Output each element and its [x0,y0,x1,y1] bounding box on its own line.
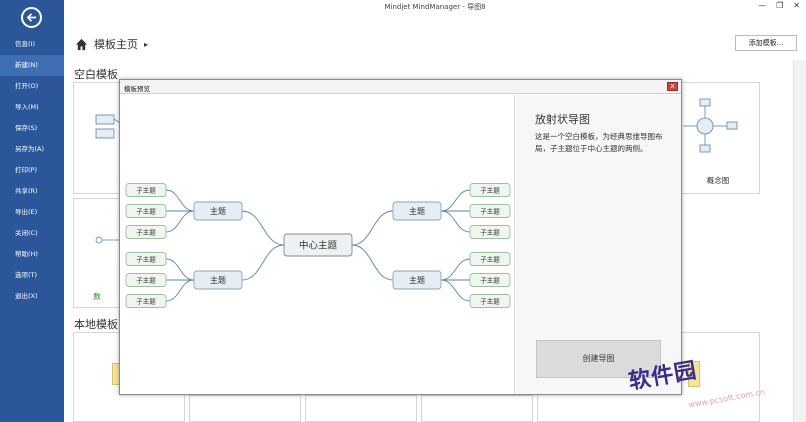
close-icon[interactable]: ✕ [793,1,800,10]
watermark-url: www.pcsoft.com.cn [687,387,766,410]
svg-text:子主题: 子主题 [480,275,500,284]
central-topic-node: 中心主题 [283,233,353,257]
subtopic-node: 子主题 [469,273,511,287]
svg-text:主题: 主题 [409,275,425,285]
section-title-blank: 空白模板 [74,68,118,81]
connector-line [440,279,471,302]
restore-icon[interactable]: ❐ [776,1,783,10]
subtopic-node: 子主题 [469,294,511,308]
sidebar-item-help[interactable]: 帮助(H) [0,244,64,265]
svg-text:子主题: 子主题 [136,206,156,215]
sidebar-item-share[interactable]: 共享(R) [0,181,64,202]
sidebar-item-exit[interactable]: 退出(X) [0,286,64,307]
connector-line [165,279,195,302]
connector-line [351,244,394,281]
mind-map-diagram: 子主题子主题子主题主题子主题子主题子主题主题子主题子主题子主题主题子主题子主题子… [125,183,511,308]
local-template-tile-2[interactable] [189,395,301,422]
back-button[interactable] [21,7,42,28]
connector-line [351,210,394,246]
connector-line [165,258,195,281]
connector-line [440,189,471,212]
add-template-button[interactable]: 添加模板... [735,35,797,51]
svg-text:子主题: 子主题 [480,254,500,263]
map-preview: 子主题 子主题 子主题 主题 子主题 子主题 子主题 主题 子主题 子主题 子主题 主题 子主题 子主题子… [120,95,515,394]
subtopic-node: 子主题 [125,225,167,239]
sidebar-item-options[interactable]: 选项(T) [0,265,64,286]
subtopic-node: 子主题 [125,294,167,308]
sidebar-item-import[interactable]: 导入(M) [0,97,64,118]
title-bar: Mindjet MindManager - 导图8 — ❐ ✕ [64,0,806,14]
sidebar-item-export[interactable]: 导出(E) [0,202,64,223]
window-controls: — ❐ ✕ [758,1,800,10]
svg-text:主题: 主题 [210,275,226,285]
topic-node: 主题 [392,270,442,290]
connector-line [165,189,195,212]
connector-line [241,244,285,281]
template-description: 这是一个空白模板，为经典思维导图布局，子主题位于中心主题的两侧。 [535,132,663,153]
mindmanager-window: 信息(I) 新建(N) 打开(O) 导入(M) 保存(S) 另存为(A) 打印(… [0,0,806,422]
svg-text:子主题: 子主题 [480,185,500,194]
backstage-sidebar: 信息(I) 新建(N) 打开(O) 导入(M) 保存(S) 另存为(A) 打印(… [0,0,64,422]
connector-line [440,258,471,281]
svg-text:子主题: 子主题 [136,296,156,305]
subtopic-node: 子主题 [125,252,167,266]
tile-caption-green: 数 [93,292,101,301]
topic-node: 主题 [193,270,243,290]
local-template-tile-4[interactable] [421,395,533,422]
local-template-tile-3[interactable] [305,395,417,422]
sidebar-item-save[interactable]: 保存(S) [0,118,64,139]
watermark: 软件园 www.pcsoft.com.cn [627,357,778,410]
template-preview-dialog: 模板预览 x 子主题 子主题 子主题 主题 子主题 子主题 子主题 主题 子主题 子主题 子主题 主题… [119,79,682,395]
connector-line [440,210,471,233]
svg-text:子主题: 子主题 [136,185,156,194]
sidebar-item-info[interactable]: 信息(I) [0,34,64,55]
template-info-panel: 放射状导图 这是一个空白模板，为经典思维导图布局，子主题位于中心主题的两侧。 创… [516,95,681,394]
breadcrumb-label: 模板主页 [94,38,138,51]
section-title-local: 本地模板 [74,318,118,331]
sidebar-item-open[interactable]: 打开(O) [0,76,64,97]
subtopic-node: 子主题 [469,225,511,239]
dialog-title: 模板预览 [124,85,150,93]
svg-text:子主题: 子主题 [480,227,500,236]
tile-caption: 概念图 [706,176,730,185]
tree-thumbnail-icon [95,236,120,244]
template-tile-left[interactable]: 数 [73,198,121,308]
dialog-title-bar[interactable]: 模板预览 x [120,80,681,94]
window-title: Mindjet MindManager - 导图8 [384,3,486,11]
subtopic-node: 子主题 [469,183,511,197]
connector-line [165,210,195,233]
home-icon[interactable] [75,38,88,51]
svg-text:主题: 主题 [409,206,425,216]
subtopic-node: 子主题 [125,204,167,218]
svg-text:子主题: 子主题 [136,254,156,263]
minimize-icon[interactable]: — [758,1,766,10]
chevron-right-icon: ▸ [144,39,149,49]
subtopic-node: 子主题 [125,273,167,287]
subtopic-node: 子主题 [469,204,511,218]
svg-text:子主题: 子主题 [136,227,156,236]
connector-line [241,210,285,246]
topic-node: 主题 [392,201,442,221]
breadcrumb: 模板主页 ▸ [75,36,148,52]
svg-text:子主题: 子主题 [136,275,156,284]
svg-text:中心主题: 中心主题 [299,239,338,251]
sidebar-item-close[interactable]: 关闭(C) [0,223,64,244]
subtopic-node: 子主题 [469,252,511,266]
svg-text:子主题: 子主题 [480,206,500,215]
svg-text:主题: 主题 [210,206,226,216]
topic-node: 主题 [193,201,243,221]
template-tile-concept[interactable]: 概念图 [676,82,760,194]
arrow-left-icon [26,13,37,22]
sidebar-item-new[interactable]: 新建(N) [0,55,64,76]
dialog-close-button[interactable]: x [667,82,678,91]
template-name: 放射状导图 [535,113,590,126]
sidebar-item-save-as[interactable]: 另存为(A) [0,139,64,160]
sidebar-item-print[interactable]: 打印(P) [0,160,64,181]
sidebar-menu: 信息(I) 新建(N) 打开(O) 导入(M) 保存(S) 另存为(A) 打印(… [0,34,64,307]
scrollbar[interactable] [793,60,806,422]
watermark-text: 软件园 [626,357,700,395]
svg-text:子主题: 子主题 [480,296,500,305]
concept-thumbnail-icon [683,98,738,153]
subtopic-node: 子主题 [125,183,167,197]
